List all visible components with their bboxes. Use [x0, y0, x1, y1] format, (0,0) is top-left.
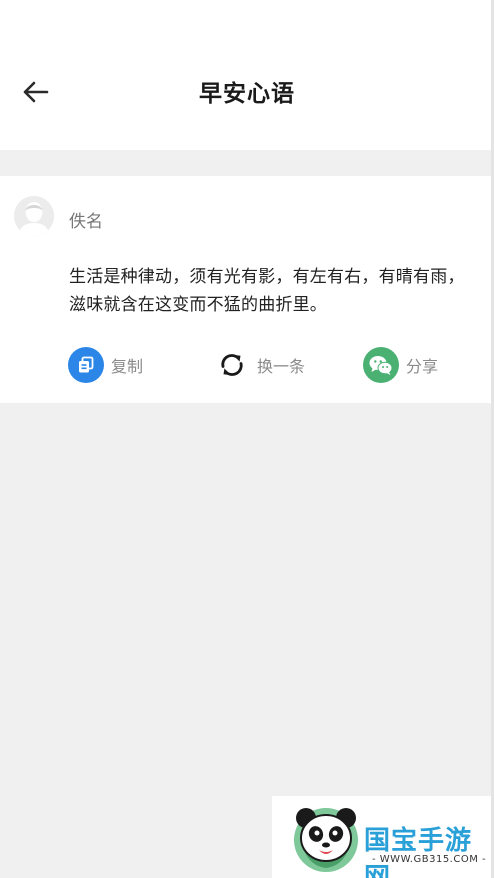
wechat-icon [363, 347, 399, 383]
watermark-brand: 国宝手游网 [364, 826, 473, 878]
copy-button[interactable]: 复制 [68, 346, 143, 384]
copy-label: 复制 [111, 357, 144, 376]
site-watermark: 国宝手游网 - WWW.GB315.COM - [272, 796, 494, 878]
header-bar: 早安心语 [0, 0, 494, 150]
share-button[interactable]: 分享 [363, 346, 438, 384]
quote-text: 生活是种律动，须有光有影，有左有右，有晴有雨，滋味就含在这变而不猛的曲折里。 [69, 267, 465, 315]
page-title: 早安心语 [199, 81, 295, 107]
author-name: 佚名 [69, 212, 103, 232]
copy-icon [68, 347, 104, 383]
panda-logo-icon [294, 808, 358, 872]
avatar [14, 196, 54, 236]
watermark-url: - WWW.GB315.COM - [372, 854, 487, 865]
share-label: 分享 [406, 357, 439, 376]
next-quote-label: 换一条 [257, 357, 306, 376]
refresh-icon [214, 347, 250, 383]
next-quote-button[interactable]: 换一条 [214, 346, 305, 384]
default-avatar-icon [14, 196, 54, 236]
quote-card: 佚名 生活是种律动，须有光有影，有左有右，有晴有雨，滋味就含在这变而不猛的曲折里… [0, 176, 492, 403]
app-screen: 早安心语 佚名 生活是种律动，须有光有影，有左有右，有晴有雨，滋味就含在这变而不… [0, 0, 494, 878]
